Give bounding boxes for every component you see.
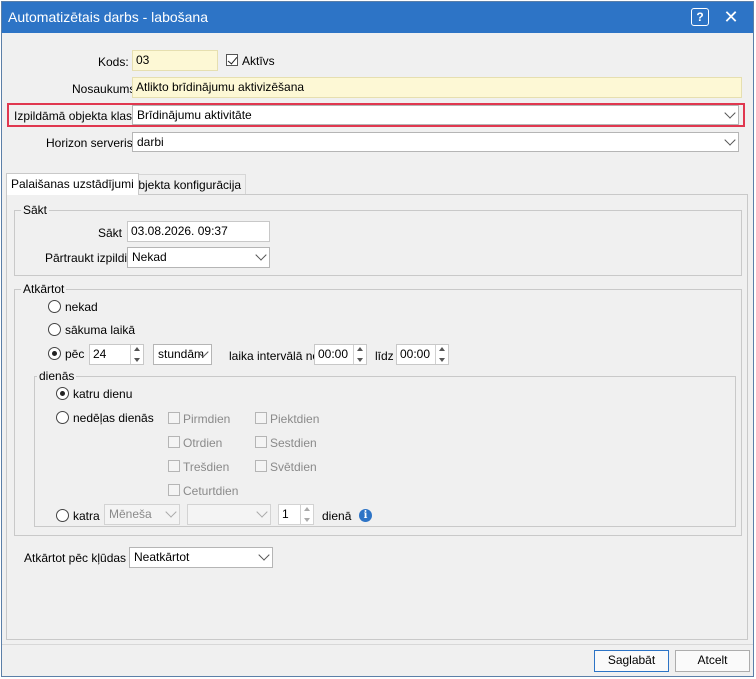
- tresdien-label: Trešdien: [183, 460, 230, 474]
- bottom-divider: [2, 644, 753, 645]
- klase-label: Izpildāmā objekta klase:: [14, 109, 143, 123]
- otrdien-label: Otrdien: [183, 436, 223, 450]
- close-icon[interactable]: ✕: [720, 6, 742, 28]
- checkbox-sestdien[interactable]: [255, 436, 267, 448]
- help-icon[interactable]: ?: [691, 8, 709, 26]
- pec-unit-value: stundām: [158, 347, 205, 361]
- after-error-dropdown[interactable]: Neatkārtot: [129, 547, 273, 568]
- sakt-group: [14, 210, 742, 276]
- server-dropdown[interactable]: darbi: [132, 132, 739, 152]
- server-label: Horizon serveris:: [46, 136, 137, 150]
- katra-spin-buttons[interactable]: [300, 505, 313, 524]
- svetdien-label: Svētdien: [270, 460, 317, 474]
- sakuma-label: sākuma laikā: [65, 323, 136, 337]
- dialog-window: Automatizētais darbs - labošana ? ✕ Kods…: [1, 1, 754, 677]
- after-error-label: Atkārtot pēc kļūdas: [24, 551, 127, 565]
- pec-spin-buttons[interactable]: [130, 345, 143, 364]
- radio-pec[interactable]: [48, 347, 61, 360]
- from-spin-buttons[interactable]: [353, 345, 366, 364]
- checkbox-ceturtdien[interactable]: [168, 484, 180, 496]
- klase-value: Brīdinājumu aktivitāte: [137, 108, 252, 122]
- chevron-down-icon: [165, 506, 177, 518]
- sestdien-label: Sestdien: [270, 436, 317, 450]
- katra-day-dropdown[interactable]: [187, 504, 271, 525]
- checkbox-otrdien[interactable]: [168, 436, 180, 448]
- interval-from-value: 00:00: [318, 347, 349, 361]
- checkbox-piektdien[interactable]: [255, 412, 267, 424]
- nedelas-dienas-label: nedēļas dienās: [73, 411, 154, 425]
- tab-objekta[interactable]: Objekta konfigurācija: [124, 174, 247, 195]
- diena-label: dienā: [322, 509, 352, 523]
- tab-palaisanas[interactable]: Palaišanas uzstādījumi: [6, 173, 139, 195]
- interval-to-value: 00:00: [400, 347, 431, 361]
- pec-label: pēc: [65, 347, 85, 361]
- radio-nedelas-dienas[interactable]: [56, 411, 69, 424]
- kods-field[interactable]: 03: [132, 50, 218, 71]
- aktivs-label: Aktīvs: [242, 54, 275, 68]
- sakt-group-title: Sākt: [21, 203, 50, 217]
- sakt-datetime-field[interactable]: 03.08.2026. 09:37: [127, 221, 270, 242]
- pirmdien-label: Pirmdien: [183, 412, 231, 426]
- server-value: darbi: [137, 135, 164, 149]
- nosaukums-field[interactable]: Atlikto brīdinājumu aktivizēšana: [132, 77, 742, 98]
- radio-katru-dienu[interactable]: [56, 387, 69, 400]
- partraukt-value: Nekad: [132, 250, 167, 264]
- radio-sakuma[interactable]: [48, 323, 61, 336]
- pec-unit-dropdown[interactable]: stundām: [153, 344, 212, 365]
- katra-period-dropdown[interactable]: Mēneša: [104, 504, 180, 525]
- window-title: Automatizētais darbs - labošana: [8, 9, 208, 25]
- dienas-group-title: dienās: [37, 369, 77, 383]
- radio-nekad[interactable]: [48, 300, 61, 313]
- chevron-down-icon: [255, 249, 267, 261]
- nosaukums-label: Nosaukums:: [72, 82, 139, 96]
- save-button[interactable]: Saglabāt: [594, 650, 669, 672]
- chevron-down-icon: [724, 134, 736, 146]
- partraukt-dropdown[interactable]: Nekad: [127, 247, 270, 268]
- ceturtdien-label: Ceturtdien: [183, 484, 239, 498]
- aktivs-checkbox[interactable]: [226, 54, 238, 66]
- chevron-down-icon: [724, 107, 736, 119]
- klase-dropdown[interactable]: Brīdinājumu aktivitāte: [132, 105, 739, 125]
- kods-label: Kods:: [98, 55, 129, 69]
- pec-value: 24: [93, 347, 107, 361]
- checkbox-pirmdien[interactable]: [168, 412, 180, 424]
- to-spin-buttons[interactable]: [435, 345, 448, 364]
- interval-label: laika intervālā no: [229, 349, 320, 363]
- checkbox-tresdien[interactable]: [168, 460, 180, 472]
- sakt-label: Sākt: [98, 226, 123, 240]
- interval-to-field[interactable]: 00:00: [396, 344, 449, 365]
- radio-katra[interactable]: [56, 509, 69, 522]
- after-error-value: Neatkārtot: [134, 550, 190, 564]
- partraukt-label: Pārtraukt izpildi: [45, 251, 128, 265]
- info-icon[interactable]: i: [359, 509, 372, 522]
- atkartot-group-title: Atkārtot: [21, 282, 67, 296]
- nekad-label: nekad: [65, 300, 98, 314]
- chevron-down-icon: [258, 549, 270, 561]
- piektdien-label: Piektdien: [270, 412, 320, 426]
- cancel-button[interactable]: Atcelt: [675, 650, 750, 672]
- chevron-down-icon: [256, 506, 268, 518]
- interval-from-field[interactable]: 00:00: [314, 344, 367, 365]
- katra-num-stepper[interactable]: 1: [278, 504, 314, 525]
- katra-label: katra: [73, 509, 100, 523]
- katra-num-value: 1: [282, 507, 289, 521]
- title-bar: Automatizētais darbs - labošana ? ✕: [2, 2, 753, 33]
- katra-period-value: Mēneša: [109, 507, 152, 521]
- katru-dienu-label: katru dienu: [73, 387, 133, 401]
- checkbox-svetdien[interactable]: [255, 460, 267, 472]
- pec-stepper[interactable]: 24: [89, 344, 144, 365]
- lidz-label: līdz: [375, 349, 394, 363]
